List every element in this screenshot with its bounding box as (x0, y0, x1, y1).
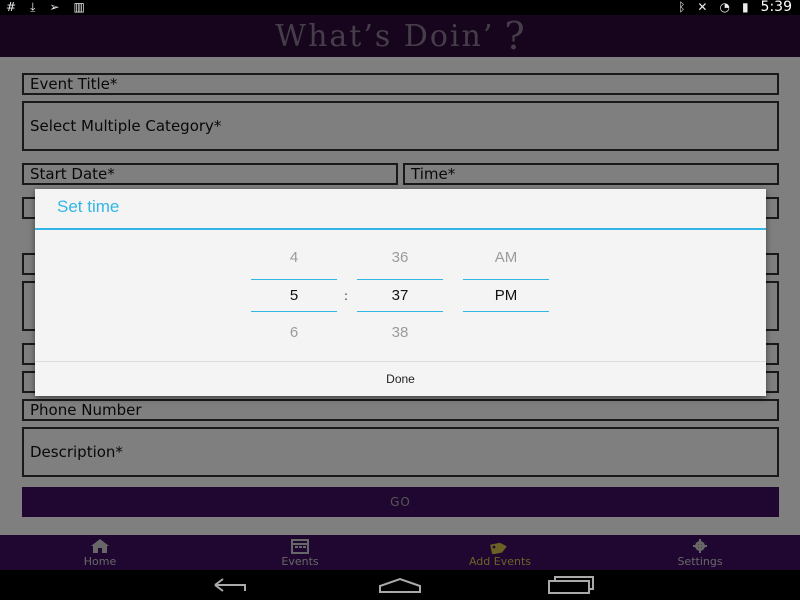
minute-prev[interactable]: 36 (357, 249, 443, 266)
done-button[interactable]: Done (35, 362, 766, 396)
back-icon[interactable] (205, 575, 255, 595)
hour-current[interactable]: 5 (251, 287, 337, 304)
ampm-current[interactable]: PM (463, 287, 549, 304)
hour-next[interactable]: 6 (251, 324, 337, 341)
barcode-icon: ▥ (73, 0, 85, 14)
dialog-title-divider (35, 228, 766, 230)
status-time: 5:39 (760, 0, 792, 15)
recents-icon[interactable] (545, 575, 595, 595)
minute-line-bottom (357, 311, 443, 312)
hour-line-bottom (251, 311, 337, 312)
download-icon: ⤓ (30, 0, 36, 14)
home-button-icon[interactable] (375, 575, 425, 595)
status-bar: # ⤓ ➢ ▥ ᛒ ✕ ◔ ▮ 5:39 (0, 0, 800, 15)
dialog-title: Set time (57, 197, 120, 216)
bluetooth-icon: ᛒ (678, 0, 686, 14)
minute-line-top (357, 279, 443, 280)
ampm-line-top (463, 279, 549, 280)
hour-line-top (251, 279, 337, 280)
ampm-prev[interactable]: AM (463, 249, 549, 266)
mute-icon: ✕ (697, 0, 708, 14)
set-time-dialog: Set time 4 5 6 : 36 37 38 AM PM Done (35, 189, 766, 396)
minute-current[interactable]: 37 (357, 287, 443, 304)
send-icon: ➢ (49, 0, 60, 14)
hash-icon: # (6, 0, 17, 14)
hour-prev[interactable]: 4 (251, 249, 337, 266)
minute-picker[interactable]: 36 37 38 (357, 239, 443, 359)
battery-icon: ▮ (741, 0, 749, 14)
ampm-picker[interactable]: AM PM (463, 239, 549, 359)
system-navigation-bar (0, 570, 800, 600)
hour-picker[interactable]: 4 5 6 (251, 239, 337, 359)
time-separator: : (344, 289, 349, 303)
ampm-line-bottom (463, 311, 549, 312)
wifi-icon: ◔ (719, 0, 730, 14)
minute-next[interactable]: 38 (357, 324, 443, 341)
